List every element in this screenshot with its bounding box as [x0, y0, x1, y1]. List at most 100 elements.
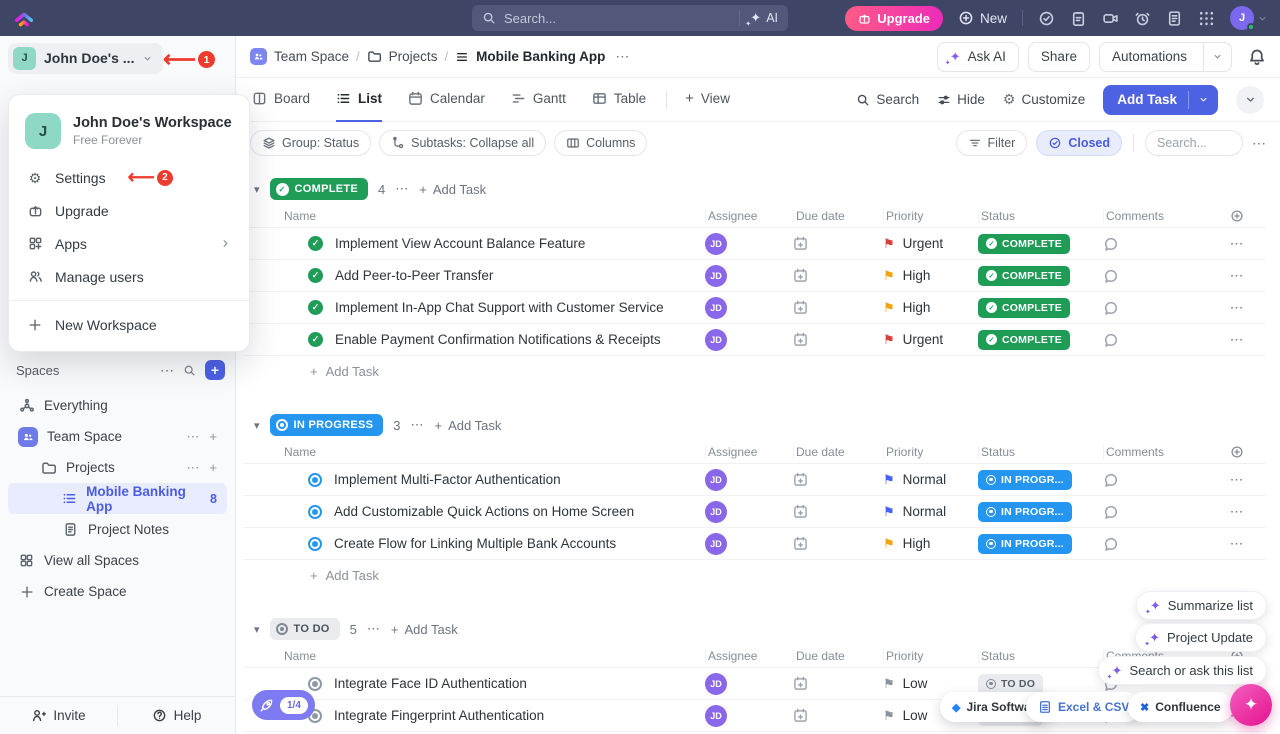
subtasks-pill[interactable]: Subtasks: Collapse all — [379, 130, 546, 156]
list-search-button[interactable]: Search — [856, 92, 919, 107]
status-pill[interactable]: TO DO — [978, 674, 1043, 694]
tab-list[interactable]: List — [336, 78, 382, 122]
collapse-group-icon[interactable]: ▾ — [254, 419, 260, 432]
row-more-icon[interactable]: ⋯ — [1208, 504, 1266, 520]
comment-icon[interactable] — [1103, 504, 1119, 520]
status-dot-complete[interactable]: ✓ — [308, 236, 323, 251]
comment-icon[interactable] — [1103, 236, 1119, 252]
group-add-task-button[interactable]: +Add Task — [419, 182, 486, 197]
status-pill[interactable]: ✓COMPLETE — [978, 298, 1070, 318]
priority-flag-icon[interactable]: ⚑ — [883, 505, 895, 518]
column-priority[interactable]: Priority — [883, 649, 978, 663]
add-icon[interactable]: + — [209, 460, 217, 476]
search-icon[interactable] — [183, 364, 196, 377]
project-update-button[interactable]: ✦Project Update — [1136, 624, 1266, 651]
sidebar-item-view-all-spaces[interactable]: View all Spaces — [8, 545, 227, 576]
status-pill[interactable]: ✓COMPLETE — [978, 266, 1070, 286]
clickup-logo-icon[interactable] — [12, 6, 36, 30]
group-more-icon[interactable]: ⋯ — [395, 181, 409, 197]
table-row[interactable]: Create Flow for Linking Multiple Bank Ac… — [244, 528, 1266, 560]
comment-icon[interactable] — [1103, 472, 1119, 488]
toolbar-more-icon[interactable]: ⋯ — [1252, 135, 1266, 152]
table-row[interactable]: ✓Add Peer-to-Peer Transfer JD ⚑High ✓COM… — [244, 260, 1266, 292]
sidebar-item-projects[interactable]: Projects ⋯+ — [8, 452, 227, 483]
sidebar-item-mobile-banking-app[interactable]: Mobile Banking App 8 — [8, 483, 227, 514]
sidebar-item-team-space[interactable]: Team Space ⋯+ — [8, 421, 227, 452]
add-task-chevron[interactable] — [1188, 91, 1218, 109]
ask-ai-button[interactable]: ✦Ask AI — [937, 42, 1019, 72]
customize-button[interactable]: ⚙ Customize — [1003, 91, 1085, 108]
upgrade-button[interactable]: Upgrade — [845, 6, 943, 31]
calendar-plus-icon[interactable] — [793, 300, 808, 315]
column-due-date[interactable]: Due date — [793, 445, 883, 459]
status-pill[interactable]: IN PROGR... — [978, 534, 1072, 554]
assignee-avatar[interactable]: JD — [705, 501, 727, 523]
help-button[interactable]: Help — [118, 697, 235, 734]
column-assignee[interactable]: Assignee — [705, 445, 793, 459]
list-search-input[interactable]: Search... — [1145, 130, 1243, 156]
column-status[interactable]: Status — [978, 649, 1103, 663]
row-more-icon[interactable]: ⋯ — [1208, 472, 1266, 488]
summarize-list-button[interactable]: ✦Summarize list — [1137, 592, 1266, 619]
menu-item-settings[interactable]: ⚙ Settings ⟵ 2 — [9, 161, 249, 194]
calendar-plus-icon[interactable] — [793, 332, 808, 347]
bell-icon[interactable] — [1248, 48, 1266, 66]
status-dot-to-do[interactable] — [308, 677, 322, 691]
status-pill[interactable]: ✓COMPLETE — [978, 234, 1070, 254]
confluence-chip[interactable]: ✖Confluence — [1128, 692, 1233, 722]
column-comments[interactable]: Comments — [1103, 209, 1208, 223]
status-dot-complete[interactable]: ✓ — [308, 268, 323, 283]
priority-flag-icon[interactable]: ⚑ — [883, 537, 895, 550]
table-row[interactable]: ✓Implement In-App Chat Support with Cust… — [244, 292, 1266, 324]
collapse-group-icon[interactable]: ▾ — [254, 623, 260, 636]
task-name[interactable]: Integrate Fingerprint Authentication — [334, 708, 544, 723]
tab-table[interactable]: Table — [592, 78, 646, 122]
group-more-icon[interactable]: ⋯ — [410, 417, 424, 433]
status-dot-complete[interactable]: ✓ — [308, 332, 323, 347]
task-name[interactable]: Enable Payment Confirmation Notification… — [335, 332, 661, 347]
menu-item-apps[interactable]: Apps — [9, 227, 249, 260]
breadcrumb-team-space[interactable]: Team Space — [250, 48, 349, 65]
priority-flag-icon[interactable]: ⚑ — [883, 709, 895, 722]
tab-board[interactable]: Board — [252, 78, 310, 122]
automations-chevron[interactable] — [1203, 43, 1231, 71]
column-name[interactable]: Name — [284, 209, 705, 223]
check-circle-icon[interactable] — [1038, 10, 1055, 27]
global-search-input[interactable]: Search... ✦AI — [472, 5, 788, 31]
automations-button[interactable]: Automations — [1099, 42, 1232, 72]
comment-icon[interactable] — [1103, 300, 1119, 316]
apps-grid-icon[interactable] — [1198, 10, 1215, 27]
column-name[interactable]: Name — [284, 649, 705, 663]
status-pill[interactable]: ✓COMPLETE — [978, 330, 1070, 350]
table-row[interactable]: Implement Multi-Factor Authentication JD… — [244, 464, 1266, 496]
calendar-plus-icon[interactable] — [793, 504, 808, 519]
assignee-avatar[interactable]: JD — [705, 297, 727, 319]
add-space-button[interactable]: + — [205, 360, 225, 380]
assignee-avatar[interactable]: JD — [705, 469, 727, 491]
column-status[interactable]: Status — [978, 209, 1103, 223]
sidebar-item-everything[interactable]: Everything — [8, 390, 227, 421]
assignee-avatar[interactable]: JD — [705, 265, 727, 287]
priority-flag-icon[interactable]: ⚑ — [883, 269, 895, 282]
search-or-ask-button[interactable]: ✦Search or ask this list — [1099, 657, 1266, 684]
task-name[interactable]: Implement In-App Chat Support with Custo… — [335, 300, 664, 315]
priority-flag-icon[interactable]: ⚑ — [883, 301, 895, 314]
row-more-icon[interactable]: ⋯ — [1208, 536, 1266, 552]
search-ai-button[interactable]: ✦AI — [739, 10, 778, 26]
group-add-task-button[interactable]: +Add Task — [391, 622, 458, 637]
calendar-plus-icon[interactable] — [793, 676, 808, 691]
tab-calendar[interactable]: Calendar — [408, 78, 485, 122]
column-name[interactable]: Name — [284, 445, 705, 459]
tab-gantt[interactable]: Gantt — [511, 78, 566, 122]
document-icon[interactable] — [1166, 10, 1183, 27]
status-pill[interactable]: IN PROGR... — [978, 470, 1072, 490]
excel-csv-chip[interactable]: Excel & CSV — [1026, 692, 1141, 722]
row-more-icon[interactable]: ⋯ — [1208, 268, 1266, 284]
priority-flag-icon[interactable]: ⚑ — [883, 333, 895, 346]
breadcrumb-projects[interactable]: Projects — [367, 49, 438, 64]
status-dot-in-progress[interactable] — [308, 505, 322, 519]
priority-flag-icon[interactable]: ⚑ — [883, 473, 895, 486]
group-more-icon[interactable]: ⋯ — [367, 621, 381, 637]
add-column-icon[interactable] — [1208, 209, 1266, 223]
table-row[interactable]: ✓ Enable Payment Confirmation Notificatio… — [244, 324, 1266, 356]
